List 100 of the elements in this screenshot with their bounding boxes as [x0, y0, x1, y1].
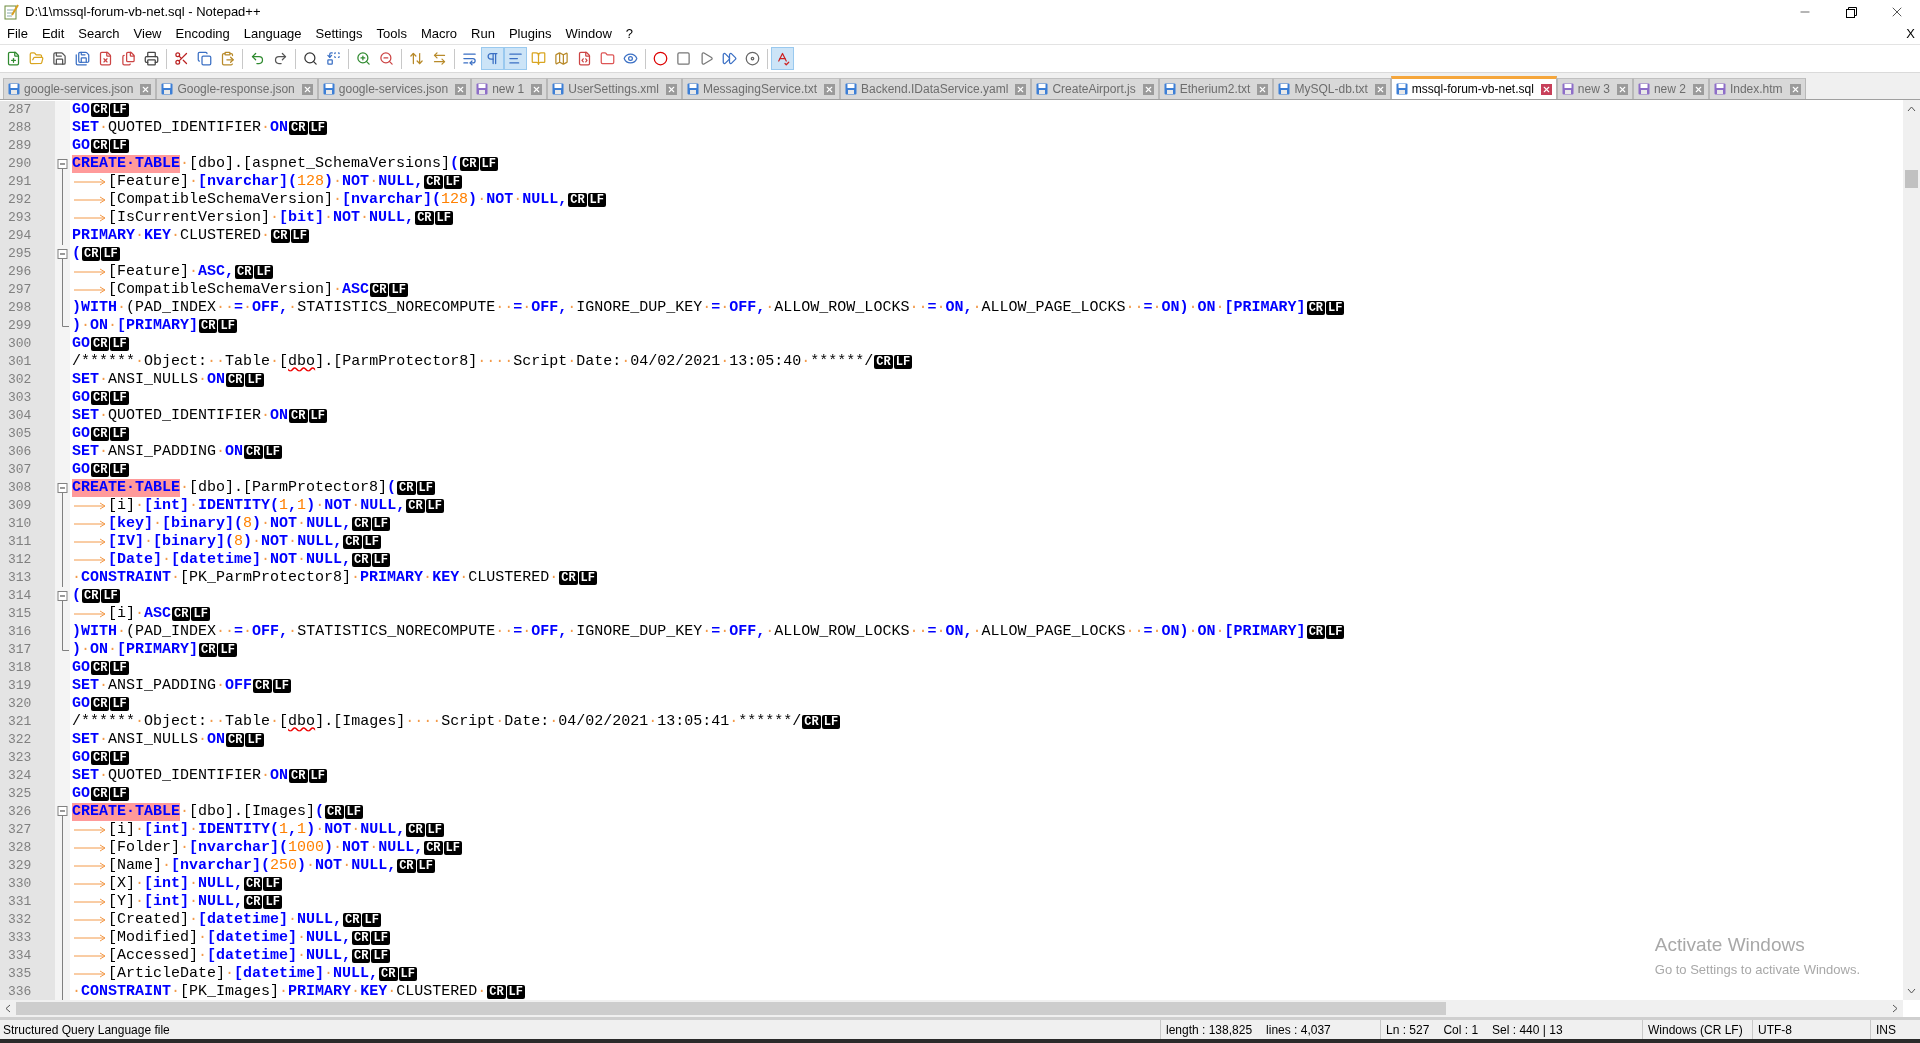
close-all-icon [121, 51, 136, 66]
scroll-thumb[interactable] [1905, 170, 1918, 188]
line-number: 320 [7, 695, 33, 713]
document-tab[interactable]: Index.htm [1708, 78, 1806, 99]
tab-close-button[interactable] [1015, 83, 1027, 95]
line-number: 319 [7, 677, 33, 695]
menu-item[interactable]: Search [71, 24, 127, 44]
status-text: lines : 4,037 [1266, 1021, 1331, 1039]
code-line: [Folder]·[nvarchar](1000)·NOT·NULL, CR LF [72, 839, 462, 857]
tab-close-button[interactable] [1142, 83, 1154, 95]
close-icon [1375, 84, 1385, 94]
tab-close-button[interactable] [1692, 83, 1704, 95]
undo-icon [250, 51, 265, 66]
code-line: CREATE·TABLE·[dbo].[Images]( CR LF [72, 803, 363, 821]
tab-close-button[interactable] [531, 83, 543, 95]
save-all-icon [75, 51, 90, 66]
menu-item[interactable]: Encoding [168, 24, 237, 44]
document-tab[interactable]: google-services.json [317, 78, 472, 99]
play-icon [699, 51, 714, 66]
document-tab[interactable]: UserSettings.xml [547, 78, 682, 99]
document-tab[interactable]: mssql-forum-vb-net.sql [1390, 76, 1557, 99]
document-tab[interactable]: new 2 [1632, 78, 1709, 99]
restore-icon [1845, 6, 1857, 18]
eye-icon [623, 51, 638, 66]
line-number: 333 [7, 929, 33, 947]
menu-item[interactable]: Tools [369, 24, 414, 44]
document-tab[interactable]: MySQL-db.txt [1273, 78, 1391, 99]
spell-check-button[interactable] [771, 47, 794, 70]
document-tab[interactable]: Etherium2.txt [1158, 78, 1274, 99]
scroll-down-icon[interactable] [1907, 988, 1916, 994]
menu-item[interactable]: File [0, 24, 35, 44]
menu-item[interactable]: Window [558, 24, 619, 44]
close-icon [532, 84, 542, 94]
menu-item[interactable]: Plugins [501, 24, 559, 44]
document-tab[interactable]: Google-response.json [156, 78, 318, 99]
zoom-in-icon [356, 51, 371, 66]
code-line: [Accessed]·[datetime]·NULL, CR LF [72, 947, 390, 965]
new-file-icon [6, 51, 21, 66]
document-tab[interactable]: new 3 [1556, 78, 1633, 99]
tab-close-button[interactable] [1789, 83, 1801, 95]
line-number: 298 [7, 299, 33, 317]
menu-item[interactable]: View [126, 24, 169, 44]
tab-close-button[interactable] [823, 83, 835, 95]
tab-close-button[interactable] [1374, 83, 1386, 95]
scroll-right-icon[interactable] [1892, 1004, 1898, 1013]
code-line: [CompatibleSchemaVersion]·ASC CR LF [72, 281, 408, 299]
line-number: 301 [7, 353, 33, 371]
tab-close-button[interactable] [1616, 83, 1628, 95]
code-line: SET·ANSI_PADDING·ON CR LF [72, 443, 282, 461]
tab-close-button[interactable] [140, 83, 152, 95]
menu-item[interactable]: ? [618, 24, 641, 44]
code-line: SET·ANSI_NULLS·ON CR LF [72, 371, 264, 389]
line-number: 321 [7, 713, 33, 731]
tab-close-button[interactable] [1540, 83, 1552, 95]
code-line: [Feature]·ASC, CR LF [72, 263, 273, 281]
close-icon [1143, 84, 1153, 94]
line-number: 330 [7, 875, 33, 893]
tab-close-button[interactable] [665, 83, 677, 95]
menu-item[interactable]: Edit [34, 24, 72, 44]
menu-item[interactable]: Macro [413, 24, 465, 44]
scroll-up-icon[interactable] [1907, 106, 1916, 112]
code-line: [CompatibleSchemaVersion]·[nvarchar](128)·NOT·NULL, CR LF [72, 191, 606, 209]
code-line: [key]·[binary](8)·NOT·NULL, CR LF [72, 515, 390, 533]
notepad-icon [3, 4, 19, 20]
close-icon [1541, 84, 1551, 94]
tab-close-button[interactable] [1257, 83, 1269, 95]
code-line: [i]·[int]·IDENTITY(1,1)·NOT·NULL, CR LF [72, 497, 444, 515]
code-line: GO CR LF [72, 659, 129, 677]
line-number: 311 [7, 533, 33, 551]
document-tab[interactable]: MessagingService.txt [681, 78, 840, 99]
document-tab[interactable]: Backend.IDataService.yaml [839, 78, 1032, 99]
horizontal-scrollbar[interactable] [0, 1000, 1903, 1017]
document-tab[interactable]: google-services.json [3, 78, 157, 99]
scroll-left-icon[interactable] [5, 1004, 11, 1013]
code-line: SET·ANSI_NULLS·ON CR LF [72, 731, 264, 749]
status-text: Ln : 527 [1386, 1021, 1430, 1039]
line-number: 297 [7, 281, 33, 299]
menu-item[interactable]: Run [464, 24, 502, 44]
line-number: 327 [7, 821, 33, 839]
pilcrow-button[interactable] [481, 47, 504, 70]
menu-item[interactable]: Settings [308, 24, 370, 44]
vertical-scrollbar[interactable] [1903, 100, 1920, 1000]
indent-guide-icon [508, 51, 523, 66]
run-multiple-icon [722, 51, 737, 66]
tab-close-button[interactable] [455, 83, 467, 95]
line-number: 312 [7, 551, 33, 569]
code-line: [Y]·[int]·NULL, CR LF [72, 893, 282, 911]
line-number: 307 [7, 461, 33, 479]
document-tab[interactable]: new 1 [471, 78, 548, 99]
indent-guide-button[interactable] [504, 47, 527, 70]
scroll-thumb[interactable] [16, 1002, 1446, 1015]
line-number: 308 [7, 479, 33, 497]
line-number: 335 [7, 965, 33, 983]
activation-notice-subtitle: Go to Settings to activate Windows. [1654, 960, 1860, 979]
close-document-button[interactable]: X [1906, 24, 1915, 44]
tab-close-button[interactable] [301, 83, 313, 95]
stop-icon [676, 51, 691, 66]
menu-item[interactable]: Language [236, 24, 309, 44]
code-line: [IV]·[binary](8)·NOT·NULL, CR LF [72, 533, 381, 551]
document-tab[interactable]: CreateAirport.js [1031, 78, 1159, 99]
